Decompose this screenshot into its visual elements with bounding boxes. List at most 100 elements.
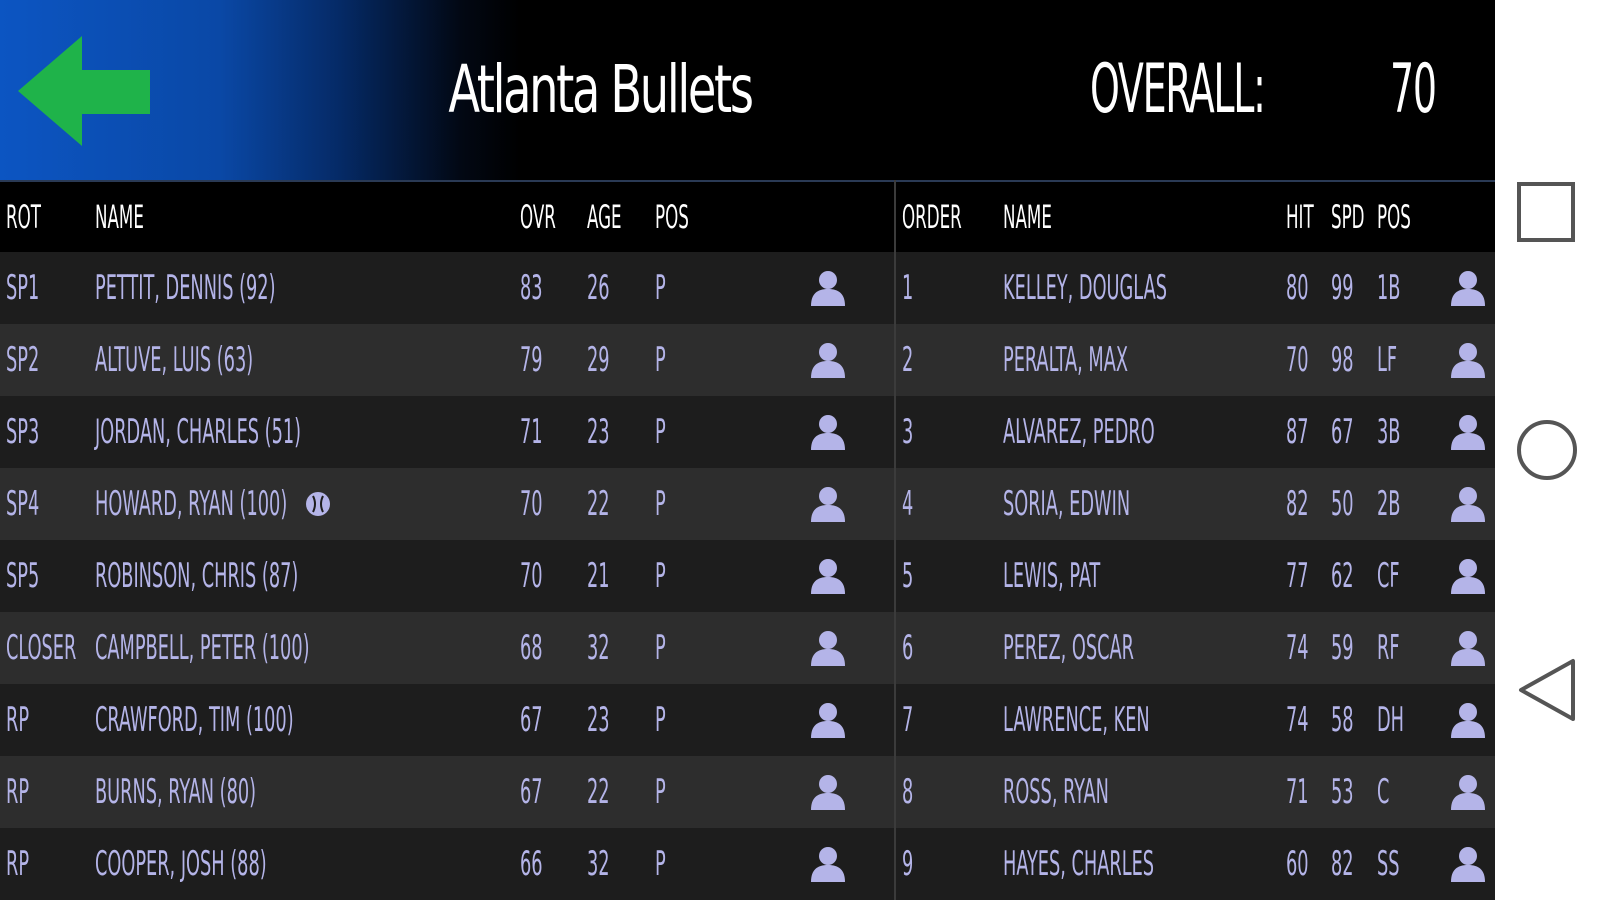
player-name[interactable]: LEWIS, PAT: [1003, 540, 1100, 612]
speed-rating: 58: [1331, 700, 1354, 740]
col-ovr-header[interactable]: OVR: [520, 182, 556, 252]
player-position: RF: [1377, 628, 1400, 668]
col-name-header[interactable]: NAME: [1003, 182, 1052, 252]
player-card-button[interactable]: [811, 630, 845, 666]
player-position: P: [655, 628, 666, 668]
lineup-row[interactable]: 5 LEWIS, PAT 77 62 CF: [896, 540, 1495, 612]
lineup-row[interactable]: 7 LAWRENCE, KEN 74 58 DH: [896, 684, 1495, 756]
player-card-button[interactable]: [1451, 846, 1485, 882]
pitcher-row[interactable]: RP COOPER, JOSH (88) 66 32 P: [0, 828, 894, 900]
person-icon: [1451, 487, 1485, 522]
home-button[interactable]: [1495, 395, 1600, 505]
player-name[interactable]: CRAWFORD, TIM (100): [95, 684, 294, 756]
lineup-table-header: ORDER NAME HIT SPD POS: [896, 182, 1495, 252]
player-card-button[interactable]: [811, 558, 845, 594]
lineup-row[interactable]: 8 ROSS, RYAN 71 53 C: [896, 756, 1495, 828]
player-card-button[interactable]: [811, 414, 845, 450]
pitching-table-header: ROT NAME OVR AGE POS: [0, 182, 894, 252]
col-pos-header[interactable]: POS: [655, 182, 689, 252]
player-card-button[interactable]: [811, 702, 845, 738]
team-header: Atlanta Bullets OVERALL: 70: [0, 0, 1495, 182]
back-nav-button[interactable]: [1495, 635, 1600, 745]
player-name[interactable]: CAMPBELL, PETER (100): [95, 612, 310, 684]
player-name[interactable]: JORDAN, CHARLES (51): [95, 396, 301, 468]
batting-order: 7: [902, 700, 914, 740]
hit-rating: 74: [1286, 700, 1309, 740]
pitcher-row[interactable]: SP5 ROBINSON, CHRIS (87) 70 21 P: [0, 540, 894, 612]
player-name[interactable]: PETTIT, DENNIS (92): [95, 252, 276, 324]
player-age: 32: [587, 628, 610, 668]
player-name[interactable]: PERALTA, MAX: [1003, 324, 1128, 396]
player-card-button[interactable]: [1451, 486, 1485, 522]
player-card-button[interactable]: [1451, 558, 1485, 594]
person-icon: [1451, 847, 1485, 882]
speed-rating: 50: [1331, 484, 1354, 524]
player-position: DH: [1377, 700, 1405, 740]
player-card-button[interactable]: [811, 342, 845, 378]
player-name[interactable]: ROBINSON, CHRIS (87): [95, 540, 298, 612]
person-icon: [1451, 703, 1485, 738]
pitcher-row[interactable]: SP2 ALTUVE, LUIS (63) 79 29 P: [0, 324, 894, 396]
col-hit-header[interactable]: HIT: [1286, 182, 1314, 252]
col-order-header[interactable]: ORDER: [902, 182, 962, 252]
player-card-button[interactable]: [1451, 342, 1485, 378]
player-card-button[interactable]: [811, 270, 845, 306]
lineup-row[interactable]: 3 ALVAREZ, PEDRO 87 67 3B: [896, 396, 1495, 468]
player-card-button[interactable]: [811, 486, 845, 522]
pitcher-row[interactable]: SP3 JORDAN, CHARLES (51) 71 23 P: [0, 396, 894, 468]
player-age: 22: [587, 484, 610, 524]
rotation-slot: SP4: [6, 484, 40, 524]
player-name[interactable]: BURNS, RYAN (80): [95, 756, 256, 828]
player-name[interactable]: LAWRENCE, KEN: [1003, 684, 1150, 756]
person-icon: [811, 847, 845, 882]
player-card-button[interactable]: [1451, 630, 1485, 666]
player-name[interactable]: ALVAREZ, PEDRO: [1003, 396, 1155, 468]
player-name[interactable]: ALTUVE, LUIS (63): [95, 324, 253, 396]
player-name[interactable]: PEREZ, OSCAR: [1003, 612, 1134, 684]
player-name[interactable]: HOWARD, RYAN (100): [95, 468, 287, 540]
lineup-row[interactable]: 1 KELLEY, DOUGLAS 80 99 1B: [896, 252, 1495, 324]
lineup-row[interactable]: 4 SORIA, EDWIN 82 50 2B: [896, 468, 1495, 540]
lineup-table-body: 1 KELLEY, DOUGLAS 80 99 1B 2 PERALTA, MAX 70 98 L…: [896, 252, 1495, 900]
overall-rating: 67: [520, 700, 543, 740]
player-age: 26: [587, 268, 610, 308]
overall-rating: 70: [520, 484, 543, 524]
player-name[interactable]: COOPER, JOSH (88): [95, 828, 267, 900]
rotation-slot: RP: [6, 844, 30, 884]
lineup-row[interactable]: 6 PEREZ, OSCAR 74 59 RF: [896, 612, 1495, 684]
col-rot-header[interactable]: ROT: [6, 182, 41, 252]
player-position: P: [655, 556, 666, 596]
player-name[interactable]: KELLEY, DOUGLAS: [1003, 252, 1167, 324]
person-icon: [1451, 775, 1485, 810]
lineup-row[interactable]: 9 HAYES, CHARLES 60 82 SS: [896, 828, 1495, 900]
col-name-header[interactable]: NAME: [95, 182, 144, 252]
hit-rating: 77: [1286, 556, 1309, 596]
player-card-button[interactable]: [1451, 270, 1485, 306]
pitcher-row[interactable]: RP BURNS, RYAN (80) 67 22 P: [0, 756, 894, 828]
col-pos-header[interactable]: POS: [1377, 182, 1411, 252]
player-name[interactable]: HAYES, CHARLES: [1003, 828, 1154, 900]
player-card-button[interactable]: [811, 774, 845, 810]
col-age-header[interactable]: AGE: [587, 182, 622, 252]
lineup-row[interactable]: 2 PERALTA, MAX 70 98 LF: [896, 324, 1495, 396]
pitcher-row[interactable]: SP4 HOWARD, RYAN (100) 70 22 P: [0, 468, 894, 540]
pitcher-row[interactable]: SP1 PETTIT, DENNIS (92) 83 26 P: [0, 252, 894, 324]
player-name[interactable]: ROSS, RYAN: [1003, 756, 1109, 828]
batting-order: 6: [902, 628, 914, 668]
player-card-button[interactable]: [1451, 702, 1485, 738]
player-card-button[interactable]: [811, 846, 845, 882]
batting-order: 4: [902, 484, 914, 524]
recents-button[interactable]: [1495, 158, 1600, 268]
person-icon: [811, 775, 845, 810]
player-name[interactable]: SORIA, EDWIN: [1003, 468, 1130, 540]
col-spd-header[interactable]: SPD: [1331, 182, 1365, 252]
pitcher-row[interactable]: RP CRAWFORD, TIM (100) 67 23 P: [0, 684, 894, 756]
back-button[interactable]: [18, 36, 150, 146]
overall-rating: 68: [520, 628, 543, 668]
player-position: CF: [1377, 556, 1400, 596]
player-card-button[interactable]: [1451, 774, 1485, 810]
pitcher-row[interactable]: CLOSER CAMPBELL, PETER (100) 68 32 P: [0, 612, 894, 684]
player-card-button[interactable]: [1451, 414, 1485, 450]
rotation-slot: RP: [6, 772, 30, 812]
person-icon: [811, 559, 845, 594]
